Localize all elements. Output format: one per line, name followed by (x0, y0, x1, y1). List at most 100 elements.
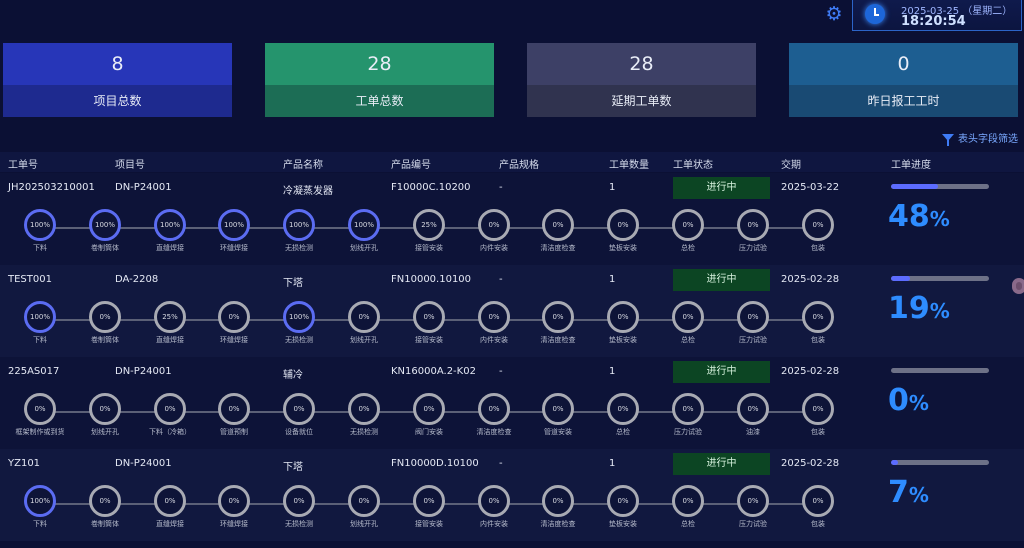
step-label: 包装 (811, 520, 825, 528)
process-step[interactable]: 0% 包装 (798, 485, 838, 529)
percent-sign: % (908, 391, 929, 415)
process-step[interactable]: 0% 压力试验 (733, 209, 773, 253)
cell-quantity: 1 (609, 182, 616, 193)
process-step[interactable]: 0% 环缝焊接 (214, 301, 254, 345)
process-step[interactable]: 100% 环缝焊接 (214, 209, 254, 253)
process-step[interactable]: 100% 直缝焊接 (150, 209, 190, 253)
percent-sign: % (908, 483, 929, 507)
filter-label: 表头字段筛选 (958, 134, 1018, 145)
process-step[interactable]: 0% 油漆 (733, 393, 773, 437)
step-label: 直缝焊接 (156, 244, 184, 252)
step-progress-ring: 100% (283, 209, 315, 241)
process-step[interactable]: 0% 阀门安装 (409, 393, 449, 437)
table-row[interactable]: 225AS017 DN-P24001 辅冷 KN16000A.2-K02 - 1 进行中 20… (0, 357, 1024, 449)
status-badge: 进行中 (673, 453, 770, 475)
process-step[interactable]: 0% 总检 (668, 301, 708, 345)
process-step[interactable]: 0% 内件安装 (474, 301, 514, 345)
step-label: 接管安装 (415, 336, 443, 344)
process-step[interactable]: 100% 划线开孔 (344, 209, 384, 253)
step-label: 总检 (681, 244, 695, 252)
header-field-filter-button[interactable]: 表头字段筛选 (942, 130, 1018, 146)
process-step[interactable]: 0% 清洁度检查 (474, 393, 514, 437)
step-progress-ring: 0% (737, 393, 769, 425)
process-step[interactable]: 0% 无损检测 (344, 393, 384, 437)
step-progress-ring: 0% (218, 301, 250, 333)
step-progress-ring: 100% (24, 301, 56, 333)
process-step[interactable]: 0% 划线开孔 (85, 393, 125, 437)
process-step[interactable]: 0% 接管安装 (409, 485, 449, 529)
step-progress-ring: 0% (542, 209, 574, 241)
progress-bar (891, 368, 989, 373)
process-step[interactable]: 0% 内件安装 (474, 485, 514, 529)
process-step[interactable]: 0% 划线开孔 (344, 301, 384, 345)
process-step[interactable]: 0% 包装 (798, 209, 838, 253)
step-progress-ring: 0% (413, 393, 445, 425)
column-header: 工单状态 (673, 160, 713, 171)
step-progress-ring: 0% (802, 393, 834, 425)
step-progress-ring: 0% (607, 209, 639, 241)
status-badge: 进行中 (673, 269, 770, 291)
table-row[interactable]: JH202503210001 DN-P24001 冷凝蒸发器 F10000C.1020… (0, 173, 1024, 265)
step-progress-ring: 0% (672, 393, 704, 425)
process-step[interactable]: 0% 清洁度检查 (538, 209, 578, 253)
process-step[interactable]: 0% 管道预制 (214, 393, 254, 437)
step-label: 卷制筒体 (91, 520, 119, 528)
process-step[interactable]: 100% 下料 (20, 485, 60, 529)
step-label: 压力试验 (674, 428, 702, 436)
process-step[interactable]: 0% 垫板安装 (603, 301, 643, 345)
step-label: 压力试验 (739, 336, 767, 344)
column-header: 工单进度 (891, 160, 931, 171)
process-step[interactable]: 0% 垫板安装 (603, 209, 643, 253)
process-step[interactable]: 0% 直缝焊接 (150, 485, 190, 529)
process-step[interactable]: 100% 无损检测 (279, 301, 319, 345)
process-step[interactable]: 100% 卷制筒体 (85, 209, 125, 253)
stat-value: 0 (789, 43, 1018, 85)
table-row[interactable]: YZ101 DN-P24001 下塔 FN10000D.10100 - 1 进行中 2025-… (0, 449, 1024, 541)
step-label: 划线开孔 (350, 520, 378, 528)
process-step[interactable]: 0% 内件安装 (474, 209, 514, 253)
process-step[interactable]: 100% 下料 (20, 209, 60, 253)
process-step[interactable]: 0% 环缝焊接 (214, 485, 254, 529)
step-label: 清洁度检查 (540, 244, 576, 252)
process-step[interactable]: 0% 管道安装 (538, 393, 578, 437)
process-step[interactable]: 100% 无损检测 (279, 209, 319, 253)
cell-quantity: 1 (609, 274, 616, 285)
column-header: 工单数量 (609, 160, 649, 171)
process-step[interactable]: 0% 总检 (668, 485, 708, 529)
process-step[interactable]: 0% 总检 (668, 209, 708, 253)
step-progress-ring: 0% (737, 485, 769, 517)
process-step[interactable]: 100% 下料 (20, 301, 60, 345)
cell-due-date: 2025-03-22 (781, 182, 840, 193)
process-step[interactable]: 0% 包装 (798, 301, 838, 345)
process-step[interactable]: 0% 压力试验 (668, 393, 708, 437)
cell-spec: - (499, 182, 503, 193)
gear-icon[interactable]: ⚙ (824, 4, 844, 24)
process-step[interactable]: 25% 接管安装 (409, 209, 449, 253)
process-step[interactable]: 0% 压力试验 (733, 301, 773, 345)
stat-label: 昨日报工工时 (789, 85, 1018, 117)
process-step[interactable]: 25% 直缝焊接 (150, 301, 190, 345)
process-step[interactable]: 0% 卷制筒体 (85, 301, 125, 345)
table-row[interactable]: TEST001 DA-2208 下塔 FN10000.10100 - 1 进行中 2025-0… (0, 265, 1024, 357)
step-progress-ring: 0% (413, 301, 445, 333)
process-step[interactable]: 0% 垫板安装 (603, 485, 643, 529)
process-step[interactable]: 0% 清洁度检查 (538, 301, 578, 345)
step-progress-ring: 0% (89, 485, 121, 517)
process-step[interactable]: 0% 清洁度检查 (538, 485, 578, 529)
process-step[interactable]: 0% 下料（冷箱） (149, 393, 191, 437)
process-step[interactable]: 0% 框架制作或到货 (16, 393, 65, 437)
process-step[interactable]: 0% 无损检测 (279, 485, 319, 529)
stat-label: 延期工单数 (527, 85, 756, 117)
step-progress-ring: 100% (348, 209, 380, 241)
step-label: 环缝焊接 (220, 336, 248, 344)
process-step[interactable]: 0% 接管安装 (409, 301, 449, 345)
process-step[interactable]: 0% 卷制筒体 (85, 485, 125, 529)
process-step[interactable]: 0% 压力试验 (733, 485, 773, 529)
progress-percent: 48% (888, 199, 950, 234)
step-label: 内件安装 (480, 244, 508, 252)
process-step[interactable]: 0% 设备就位 (279, 393, 319, 437)
process-step[interactable]: 0% 划线开孔 (344, 485, 384, 529)
process-step[interactable]: 0% 总检 (603, 393, 643, 437)
floating-assistant-button[interactable] (1012, 278, 1024, 294)
process-step[interactable]: 0% 包装 (798, 393, 838, 437)
